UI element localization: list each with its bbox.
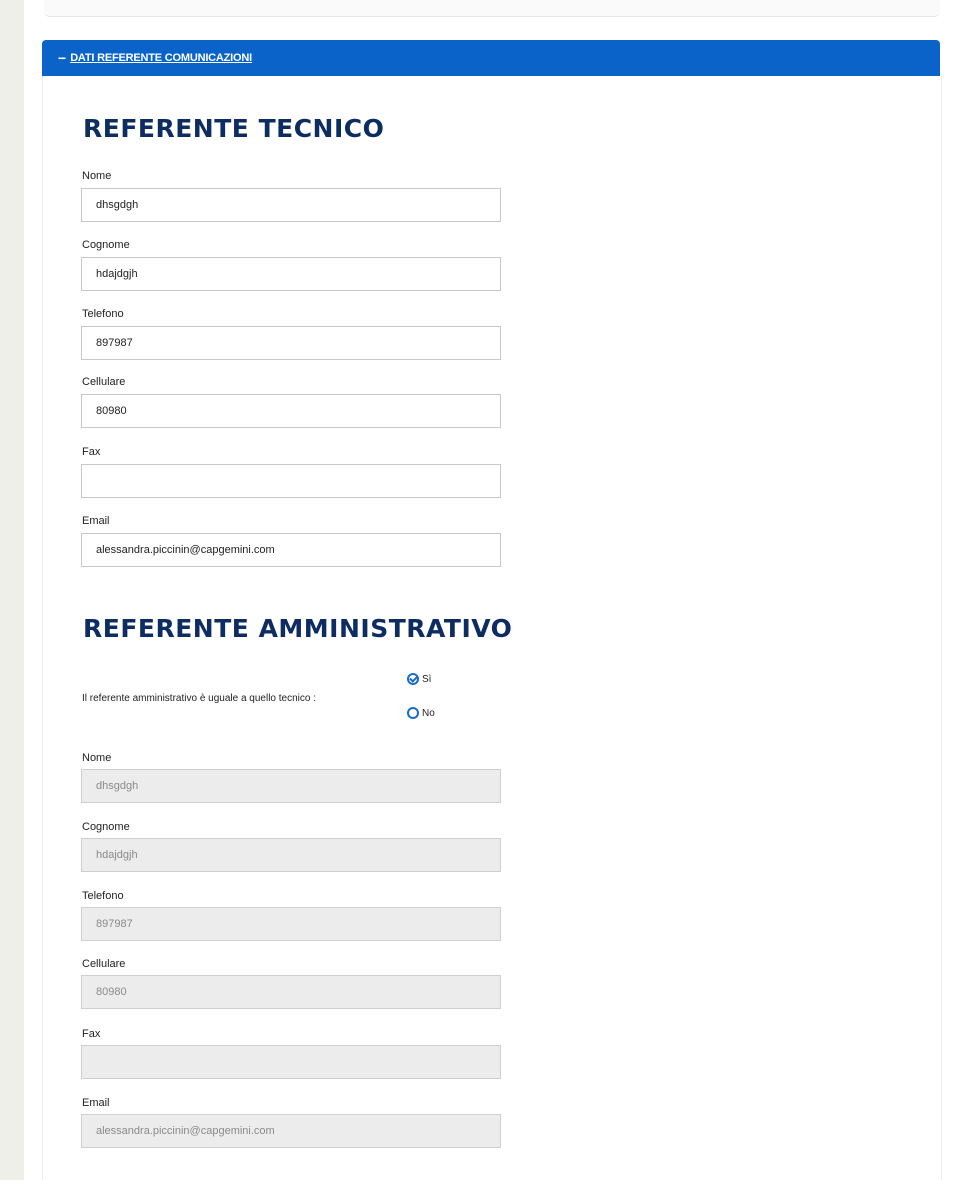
- label-tecnico-cognome: Cognome: [82, 239, 130, 251]
- radio-label-si: Sì: [422, 673, 432, 685]
- label-amministrativo-fax: Fax: [82, 1028, 101, 1040]
- label-tecnico-nome: Nome: [82, 170, 112, 182]
- input-amministrativo-cellulare: [81, 975, 501, 1009]
- section-body: REFERENTE TECNICO Nome Cognome Telefono …: [42, 76, 942, 1180]
- label-amministrativo-telefono: Telefono: [82, 890, 124, 902]
- radio-option-no[interactable]: No: [407, 707, 435, 719]
- label-amministrativo-cellulare: Cellulare: [82, 958, 126, 970]
- radio-checked-icon[interactable]: [407, 673, 419, 685]
- input-tecnico-fax[interactable]: [81, 464, 501, 498]
- input-tecnico-cellulare[interactable]: [81, 394, 501, 428]
- input-amministrativo-telefono: [81, 907, 501, 941]
- label-tecnico-telefono: Telefono: [82, 308, 124, 320]
- label-tecnico-fax: Fax: [82, 446, 101, 458]
- section-header-referente-comunicazioni[interactable]: − DATI REFERENTE COMUNICAZIONI: [42, 40, 940, 76]
- section-title-link[interactable]: DATI REFERENTE COMUNICAZIONI: [70, 52, 252, 64]
- input-tecnico-email[interactable]: [81, 533, 501, 567]
- label-tecnico-email: Email: [82, 515, 110, 527]
- label-amministrativo-nome: Nome: [82, 752, 112, 764]
- page-content: − DATI REFERENTE COMUNICAZIONI REFERENTE…: [24, 0, 957, 1180]
- label-amministrativo-email: Email: [82, 1097, 110, 1109]
- label-tecnico-cellulare: Cellulare: [82, 376, 126, 388]
- input-amministrativo-fax: [81, 1045, 501, 1079]
- left-gutter: [0, 0, 24, 1180]
- radio-option-si[interactable]: Sì: [407, 673, 431, 685]
- label-amministrativo-cognome: Cognome: [82, 821, 130, 833]
- radio-unchecked-icon[interactable]: [407, 707, 419, 719]
- input-tecnico-nome[interactable]: [81, 188, 501, 222]
- radio-label-no: No: [422, 707, 435, 719]
- heading-referente-tecnico: REFERENTE TECNICO: [83, 114, 385, 143]
- input-tecnico-telefono[interactable]: [81, 326, 501, 360]
- input-tecnico-cognome[interactable]: [81, 257, 501, 291]
- input-amministrativo-cognome: [81, 838, 501, 872]
- input-amministrativo-nome: [81, 769, 501, 803]
- heading-referente-amministrativo: REFERENTE AMMINISTRATIVO: [83, 614, 513, 643]
- input-amministrativo-email: [81, 1114, 501, 1148]
- same-as-tecnico-question: Il referente amministrativo è uguale a q…: [82, 693, 317, 704]
- previous-panel-bottom: [44, 0, 940, 17]
- collapse-minus-icon[interactable]: −: [58, 51, 66, 65]
